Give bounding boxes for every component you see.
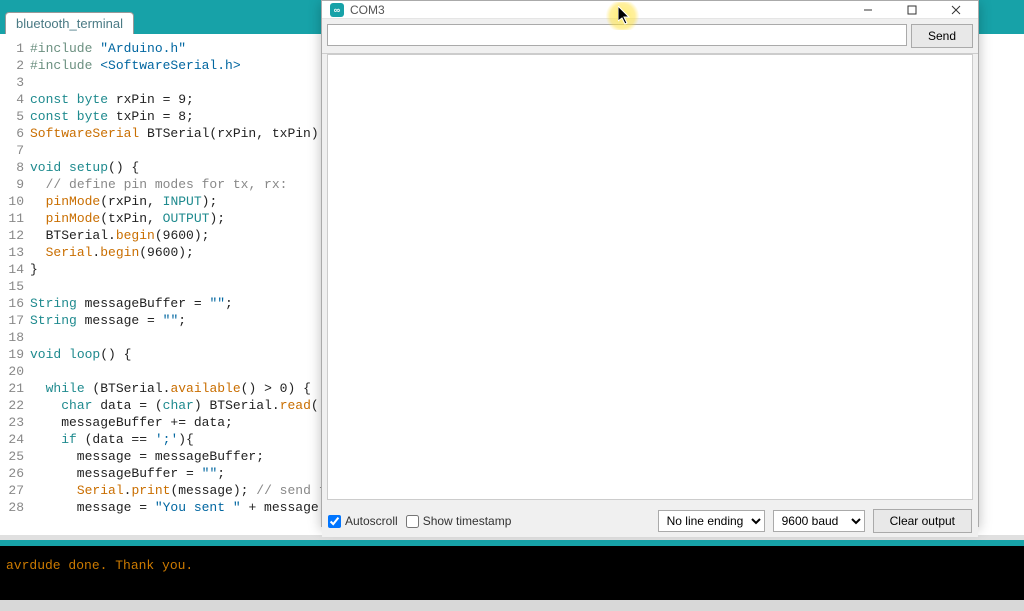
code-content: #include <SoftwareSerial.h>	[26, 57, 241, 74]
line-number: 1	[0, 40, 26, 57]
line-number: 22	[0, 397, 26, 414]
serial-monitor-titlebar[interactable]: ∞ COM3	[322, 1, 978, 19]
line-number: 18	[0, 329, 26, 346]
line-number: 24	[0, 431, 26, 448]
code-content: // define pin modes for tx, rx:	[26, 176, 287, 193]
status-bar	[0, 600, 1024, 611]
line-number: 2	[0, 57, 26, 74]
baud-select[interactable]: 9600 baud	[773, 510, 865, 532]
serial-monitor-title: COM3	[350, 3, 846, 17]
line-number: 28	[0, 499, 26, 516]
serial-input-row: Send	[322, 19, 978, 54]
code-content: message = messageBuffer;	[26, 448, 264, 465]
autoscroll-input[interactable]	[328, 515, 341, 528]
serial-output-area[interactable]	[327, 54, 973, 500]
code-content: if (data == ';'){	[26, 431, 194, 448]
line-number: 5	[0, 108, 26, 125]
line-number: 15	[0, 278, 26, 295]
line-number: 21	[0, 380, 26, 397]
line-number: 3	[0, 74, 26, 91]
code-content: pinMode(txPin, OUTPUT);	[26, 210, 225, 227]
code-content: while (BTSerial.available() > 0) {	[26, 380, 311, 397]
serial-footer: Autoscroll Show timestamp No line ending…	[322, 505, 978, 537]
send-button[interactable]: Send	[911, 24, 973, 48]
close-button[interactable]	[934, 1, 978, 19]
timestamp-checkbox[interactable]: Show timestamp	[406, 514, 512, 528]
code-content	[26, 363, 30, 380]
timestamp-input[interactable]	[406, 515, 419, 528]
tab-bluetooth-terminal[interactable]: bluetooth_terminal	[5, 12, 134, 35]
code-content: pinMode(rxPin, INPUT);	[26, 193, 217, 210]
line-number: 4	[0, 91, 26, 108]
code-content: SoftwareSerial BTSerial(rxPin, txPin); /…	[26, 125, 350, 142]
maximize-button[interactable]	[890, 1, 934, 19]
line-number: 14	[0, 261, 26, 278]
window-buttons	[846, 1, 978, 19]
line-number: 25	[0, 448, 26, 465]
line-ending-select[interactable]: No line ending	[658, 510, 765, 532]
code-content: Serial.begin(9600);	[26, 244, 194, 261]
console-text: avrdude done. Thank you.	[6, 558, 193, 573]
line-number: 16	[0, 295, 26, 312]
serial-monitor-window: ∞ COM3 Send Autoscroll Show timestamp	[321, 0, 979, 527]
line-number: 23	[0, 414, 26, 431]
code-content: messageBuffer += data;	[26, 414, 233, 431]
line-number: 20	[0, 363, 26, 380]
code-content	[26, 329, 30, 346]
code-content: void loop() {	[26, 346, 131, 363]
line-number: 27	[0, 482, 26, 499]
code-content	[26, 142, 30, 159]
code-content: }	[26, 261, 38, 278]
autoscroll-label: Autoscroll	[345, 514, 398, 528]
code-content: char data = (char) BTSerial.read();	[26, 397, 334, 414]
timestamp-label: Show timestamp	[423, 514, 512, 528]
code-content: BTSerial.begin(9600);	[26, 227, 209, 244]
line-number: 6	[0, 125, 26, 142]
code-content: message = "You sent " + message;	[26, 499, 326, 516]
line-number: 13	[0, 244, 26, 261]
code-content: Serial.print(message); // send to se	[26, 482, 358, 499]
serial-input[interactable]	[327, 24, 907, 46]
code-content: void setup() {	[26, 159, 139, 176]
line-number: 12	[0, 227, 26, 244]
clear-output-button[interactable]: Clear output	[873, 509, 972, 533]
line-number: 19	[0, 346, 26, 363]
autoscroll-checkbox[interactable]: Autoscroll	[328, 514, 398, 528]
minimize-button[interactable]	[846, 1, 890, 19]
arduino-icon: ∞	[330, 3, 344, 17]
line-number: 10	[0, 193, 26, 210]
code-content	[26, 74, 30, 91]
build-console: avrdude done. Thank you.	[0, 540, 1024, 600]
line-number: 7	[0, 142, 26, 159]
line-number: 9	[0, 176, 26, 193]
line-number: 11	[0, 210, 26, 227]
line-number: 26	[0, 465, 26, 482]
code-content: messageBuffer = "";	[26, 465, 225, 482]
code-content	[26, 278, 30, 295]
code-content: const byte txPin = 8;	[26, 108, 194, 125]
line-number: 8	[0, 159, 26, 176]
code-content: String messageBuffer = "";	[26, 295, 233, 312]
code-content: #include "Arduino.h"	[26, 40, 186, 57]
tab-strip: bluetooth_terminal	[5, 12, 134, 34]
line-number: 17	[0, 312, 26, 329]
code-content: const byte rxPin = 9;	[26, 91, 194, 108]
code-content: String message = "";	[26, 312, 186, 329]
